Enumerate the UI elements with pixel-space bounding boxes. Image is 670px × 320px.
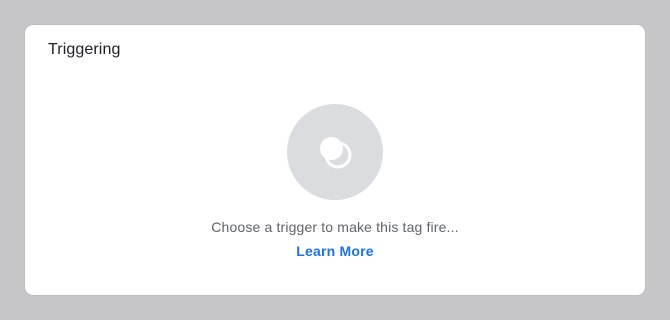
empty-state-message: Choose a trigger to make this tag fire..… — [211, 219, 459, 235]
learn-more-link[interactable]: Learn More — [296, 243, 373, 259]
trigger-rings-icon — [320, 137, 352, 169]
card-title: Triggering — [48, 41, 121, 58]
trigger-placeholder-button[interactable] — [287, 104, 383, 200]
triggering-card[interactable]: Triggering Choose a trigger to make this… — [24, 24, 646, 296]
